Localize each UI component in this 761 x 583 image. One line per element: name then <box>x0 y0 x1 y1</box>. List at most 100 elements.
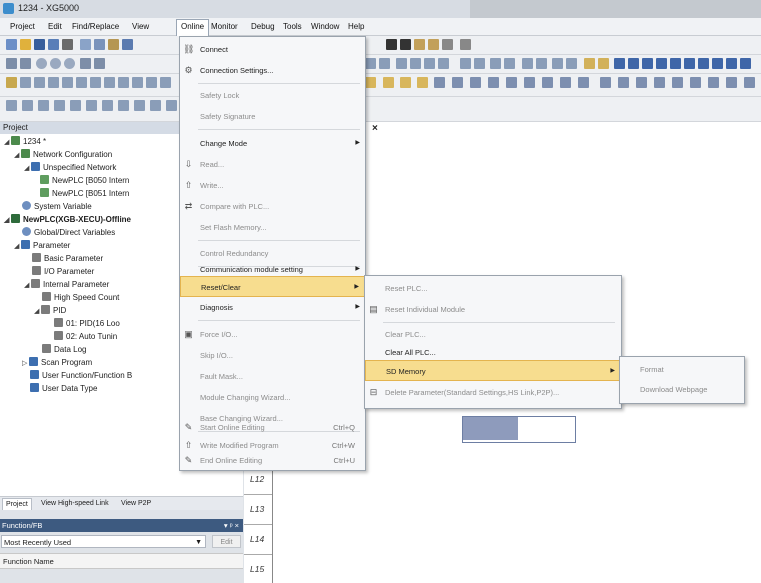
toolbar-tool-icon[interactable] <box>134 100 145 111</box>
collapse-arrow-icon[interactable]: ◢ <box>4 215 11 227</box>
menu-item-download-webpage[interactable]: Download Webpage <box>620 379 744 400</box>
toolbar-tool-icon[interactable] <box>522 58 533 69</box>
menu-item-end-online-editing[interactable]: ✎ End Online Editing Ctrl+U <box>180 453 365 469</box>
toolbar-tool-icon[interactable] <box>642 58 653 69</box>
toolbar-tool-icon[interactable] <box>146 77 157 88</box>
collapse-arrow-icon[interactable]: ◢ <box>24 280 31 292</box>
toolbar-tool-icon[interactable] <box>102 100 113 111</box>
menu-item-write[interactable]: ⇧ Write... <box>180 175 365 196</box>
toolbar-tool-icon[interactable] <box>6 77 17 88</box>
toolbar-tool-icon[interactable] <box>628 58 639 69</box>
save-all-icon[interactable] <box>48 39 59 50</box>
menu-item-safety-signature[interactable]: Safety Signature <box>180 106 365 127</box>
toolbar-tool-icon[interactable] <box>536 58 547 69</box>
toolbar-tool-icon[interactable] <box>104 77 115 88</box>
menu-item-change-mode[interactable]: Change Mode ▶ <box>180 133 365 154</box>
toolbar-tool-icon[interactable] <box>656 58 667 69</box>
menu-edit[interactable]: Edit <box>44 20 66 33</box>
menu-item-format[interactable]: Format <box>620 359 744 380</box>
toolbar-tool-icon[interactable] <box>86 100 97 111</box>
toolbar-tool-icon[interactable] <box>417 77 428 88</box>
menu-help[interactable]: Help <box>344 20 368 33</box>
toolbar-tool-icon[interactable] <box>524 77 535 88</box>
tree-node-global-direct-variables[interactable]: Global/Direct Variables <box>22 227 115 239</box>
tree-node-pid-01[interactable]: 01: PID(16 Loo <box>54 318 120 330</box>
toolbar-tool-icon[interactable] <box>474 58 485 69</box>
toolbar-tool-icon[interactable] <box>62 77 73 88</box>
menu-window[interactable]: Window <box>307 20 343 33</box>
collapse-arrow-icon[interactable]: ◢ <box>4 137 11 149</box>
toolbar-tool-icon[interactable] <box>470 77 481 88</box>
collapse-arrow-icon[interactable]: ◢ <box>14 150 21 162</box>
toolbar-tool-icon[interactable] <box>132 77 143 88</box>
toolbar-tool-icon[interactable] <box>383 77 394 88</box>
menu-item-sd-memory[interactable]: SD Memory ▶ <box>365 360 621 381</box>
save-icon[interactable] <box>34 39 45 50</box>
print-icon[interactable] <box>62 39 73 50</box>
tab-view-p2p[interactable]: View P2P <box>118 498 154 509</box>
toolbar-tool-icon[interactable] <box>452 77 463 88</box>
toolbar-circle-icon[interactable] <box>64 58 75 69</box>
collapse-arrow-icon[interactable]: ◢ <box>34 306 41 318</box>
toolbar-tool-icon[interactable] <box>365 77 376 88</box>
toolbar-tool-icon[interactable] <box>80 58 91 69</box>
toolbar-tool-icon[interactable] <box>712 58 723 69</box>
tree-node-newplc-offline[interactable]: ◢ NewPLC(XGB-XECU)-Offline <box>4 214 131 226</box>
menu-item-set-flash-memory[interactable]: Set Flash Memory... <box>180 217 365 238</box>
copy-icon[interactable] <box>94 39 105 50</box>
tree-node-scan-program[interactable]: ▷ Scan Program <box>22 357 92 369</box>
tree-node-pid-02[interactable]: 02: Auto Tunin <box>54 331 117 343</box>
toolbar-tool-icon[interactable] <box>34 77 45 88</box>
dropdown-arrow-icon[interactable]: ▼ <box>195 536 202 549</box>
toolbar-tool-icon[interactable] <box>726 77 737 88</box>
toolbar-tool-icon[interactable] <box>400 77 411 88</box>
toolbar-tool-icon[interactable] <box>690 77 701 88</box>
menu-tools[interactable]: Tools <box>279 20 306 33</box>
toolbar-tool-icon[interactable] <box>654 77 665 88</box>
toolbar-tool-icon[interactable] <box>600 77 611 88</box>
collapse-arrow-icon[interactable]: ◢ <box>14 241 21 253</box>
menu-project[interactable]: Project <box>6 20 39 33</box>
toolbar-tool-icon[interactable] <box>636 77 647 88</box>
toolbar-tool-icon[interactable] <box>118 77 129 88</box>
toolbar-tool-icon[interactable] <box>76 77 87 88</box>
menu-online[interactable]: Online <box>176 19 210 36</box>
cut-icon[interactable] <box>80 39 91 50</box>
toolbar-circle-icon[interactable] <box>36 58 47 69</box>
toolbar-tool-icon[interactable] <box>672 77 683 88</box>
tree-node-network-configuration[interactable]: ◢ Network Configuration <box>14 149 112 161</box>
toolbar-tool-icon[interactable] <box>38 100 49 111</box>
menu-view[interactable]: View <box>128 20 153 33</box>
toolbar-tool-icon[interactable] <box>434 77 445 88</box>
menu-item-fault-mask[interactable]: Fault Mask... <box>180 366 365 387</box>
menu-item-reset-plc[interactable]: Reset PLC... <box>365 278 621 299</box>
function-fb-filter-select[interactable]: Most Recently Used ▼ <box>1 535 206 548</box>
toolbar-tool-icon[interactable] <box>20 77 31 88</box>
toolbar-tool-icon[interactable] <box>20 58 31 69</box>
toolbar-circle-icon[interactable] <box>50 58 61 69</box>
menu-item-safety-lock[interactable]: Safety Lock <box>180 85 365 106</box>
menu-item-reset-clear[interactable]: Reset/Clear ▶ <box>180 276 365 297</box>
menu-item-skip-io[interactable]: Skip I/O... <box>180 345 365 366</box>
undo-icon[interactable] <box>122 39 133 50</box>
toolbar-tool-icon[interactable] <box>566 58 577 69</box>
menu-item-compare-with-plc[interactable]: ⇄ Compare with PLC... <box>180 196 365 217</box>
replace-icon[interactable] <box>400 39 411 50</box>
toolbar-tool-icon[interactable] <box>379 58 390 69</box>
menu-debug[interactable]: Debug <box>247 20 279 33</box>
toolbar-tool-icon[interactable] <box>740 58 751 69</box>
toolbar-tool-icon[interactable] <box>578 77 589 88</box>
tree-node-high-speed-count[interactable]: High Speed Count <box>42 292 119 304</box>
toolbar-tool-icon[interactable] <box>670 58 681 69</box>
tree-node-user-function[interactable]: User Function/Function B <box>30 370 132 382</box>
toolbar-tool-icon[interactable] <box>506 77 517 88</box>
collapse-arrow-icon[interactable]: ◢ <box>24 163 31 175</box>
tree-node-io-parameter[interactable]: I/O Parameter <box>32 266 94 278</box>
toolbar-tool-icon[interactable] <box>6 58 17 69</box>
tree-node-unspecified-network[interactable]: ◢ Unspecified Network <box>24 162 116 174</box>
toolbar-tool-icon[interactable] <box>365 58 376 69</box>
toolbar-tool-icon[interactable] <box>490 58 501 69</box>
toolbar-tool-icon[interactable] <box>708 77 719 88</box>
menu-item-module-changing-wizard[interactable]: Module Changing Wizard... <box>180 387 365 408</box>
replace-device-icon[interactable] <box>428 39 439 50</box>
